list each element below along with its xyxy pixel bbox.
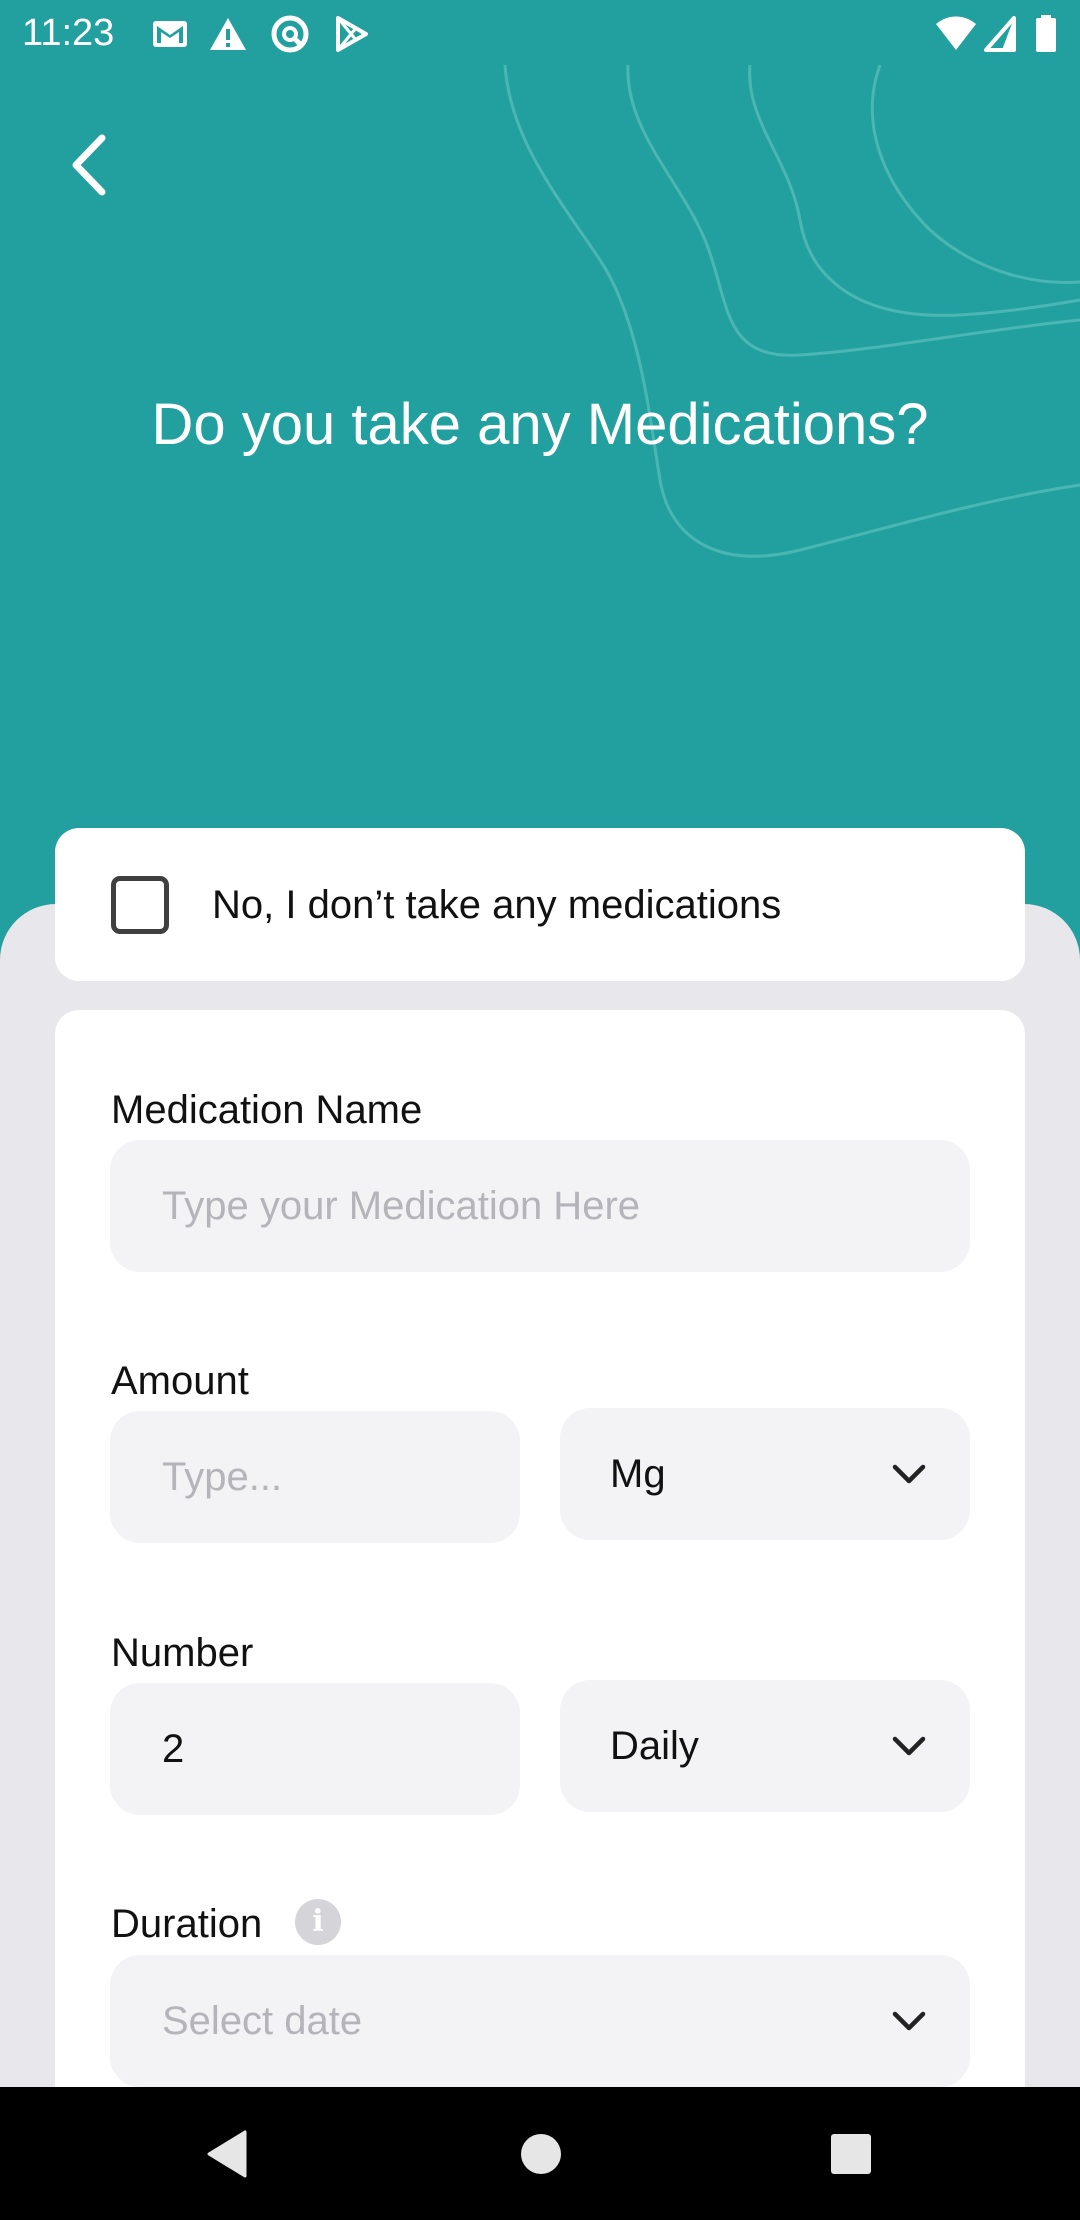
home-circle-icon (520, 2133, 561, 2174)
chevron-left-icon (72, 134, 106, 196)
info-icon[interactable]: i (295, 1899, 341, 1945)
amount-unit-value: Mg (610, 1451, 666, 1496)
amount-input[interactable]: Type... (110, 1411, 520, 1543)
sync-icon (271, 15, 309, 53)
amount-placeholder: Type... (162, 1454, 283, 1499)
recents-square-icon (830, 2133, 871, 2174)
frequency-value: Daily (610, 1723, 699, 1768)
chevron-down-icon (892, 1464, 926, 1484)
mail-icon (153, 21, 187, 47)
contour-decoration (503, 64, 1080, 558)
signal-icon (984, 16, 1016, 52)
no-medications-card[interactable]: No, I don’t take any medications (55, 828, 1025, 981)
number-label: Number (111, 1631, 254, 1675)
duration-placeholder: Select date (162, 1998, 363, 2043)
back-button[interactable] (48, 120, 128, 210)
battery-icon (1036, 15, 1056, 52)
frequency-select[interactable]: Daily (560, 1680, 970, 1812)
chevron-down-icon (892, 1736, 926, 1756)
medication-name-placeholder: Type your Medication Here (162, 1183, 641, 1228)
amount-label: Amount (111, 1359, 249, 1403)
medication-name-label: Medication Name (111, 1088, 423, 1132)
duration-date-select[interactable]: Select date (110, 1955, 970, 2087)
chevron-down-icon (892, 2011, 926, 2031)
play-store-icon (336, 16, 368, 52)
nav-back-button[interactable] (160, 2087, 293, 2220)
medication-name-input[interactable]: Type your Medication Here (110, 1140, 970, 1272)
screen: 11:23 Do you take any Medications? No, I… (0, 0, 1080, 2220)
nav-recents-button[interactable] (784, 2087, 917, 2220)
warning-icon (210, 18, 246, 50)
wifi-icon (936, 16, 976, 50)
status-time: 11:23 (22, 12, 115, 54)
nav-home-button[interactable] (474, 2087, 607, 2220)
number-input[interactable]: 2 (110, 1683, 520, 1815)
amount-unit-select[interactable]: Mg (560, 1408, 970, 1540)
medication-form-card: Medication Name Type your Medication Her… (55, 1010, 1025, 2220)
page-title: Do you take any Medications? (151, 392, 929, 457)
no-medications-checkbox[interactable] (111, 876, 169, 934)
back-triangle-icon (207, 2130, 246, 2177)
number-value: 2 (162, 1726, 185, 1771)
navigation-bar (0, 2087, 1080, 2220)
header: 11:23 Do you take any Medications? (0, 0, 1080, 960)
no-medications-label: No, I don’t take any medications (212, 883, 782, 927)
status-bar: 11:23 (0, 0, 1080, 66)
duration-label: Duration (111, 1902, 263, 1946)
